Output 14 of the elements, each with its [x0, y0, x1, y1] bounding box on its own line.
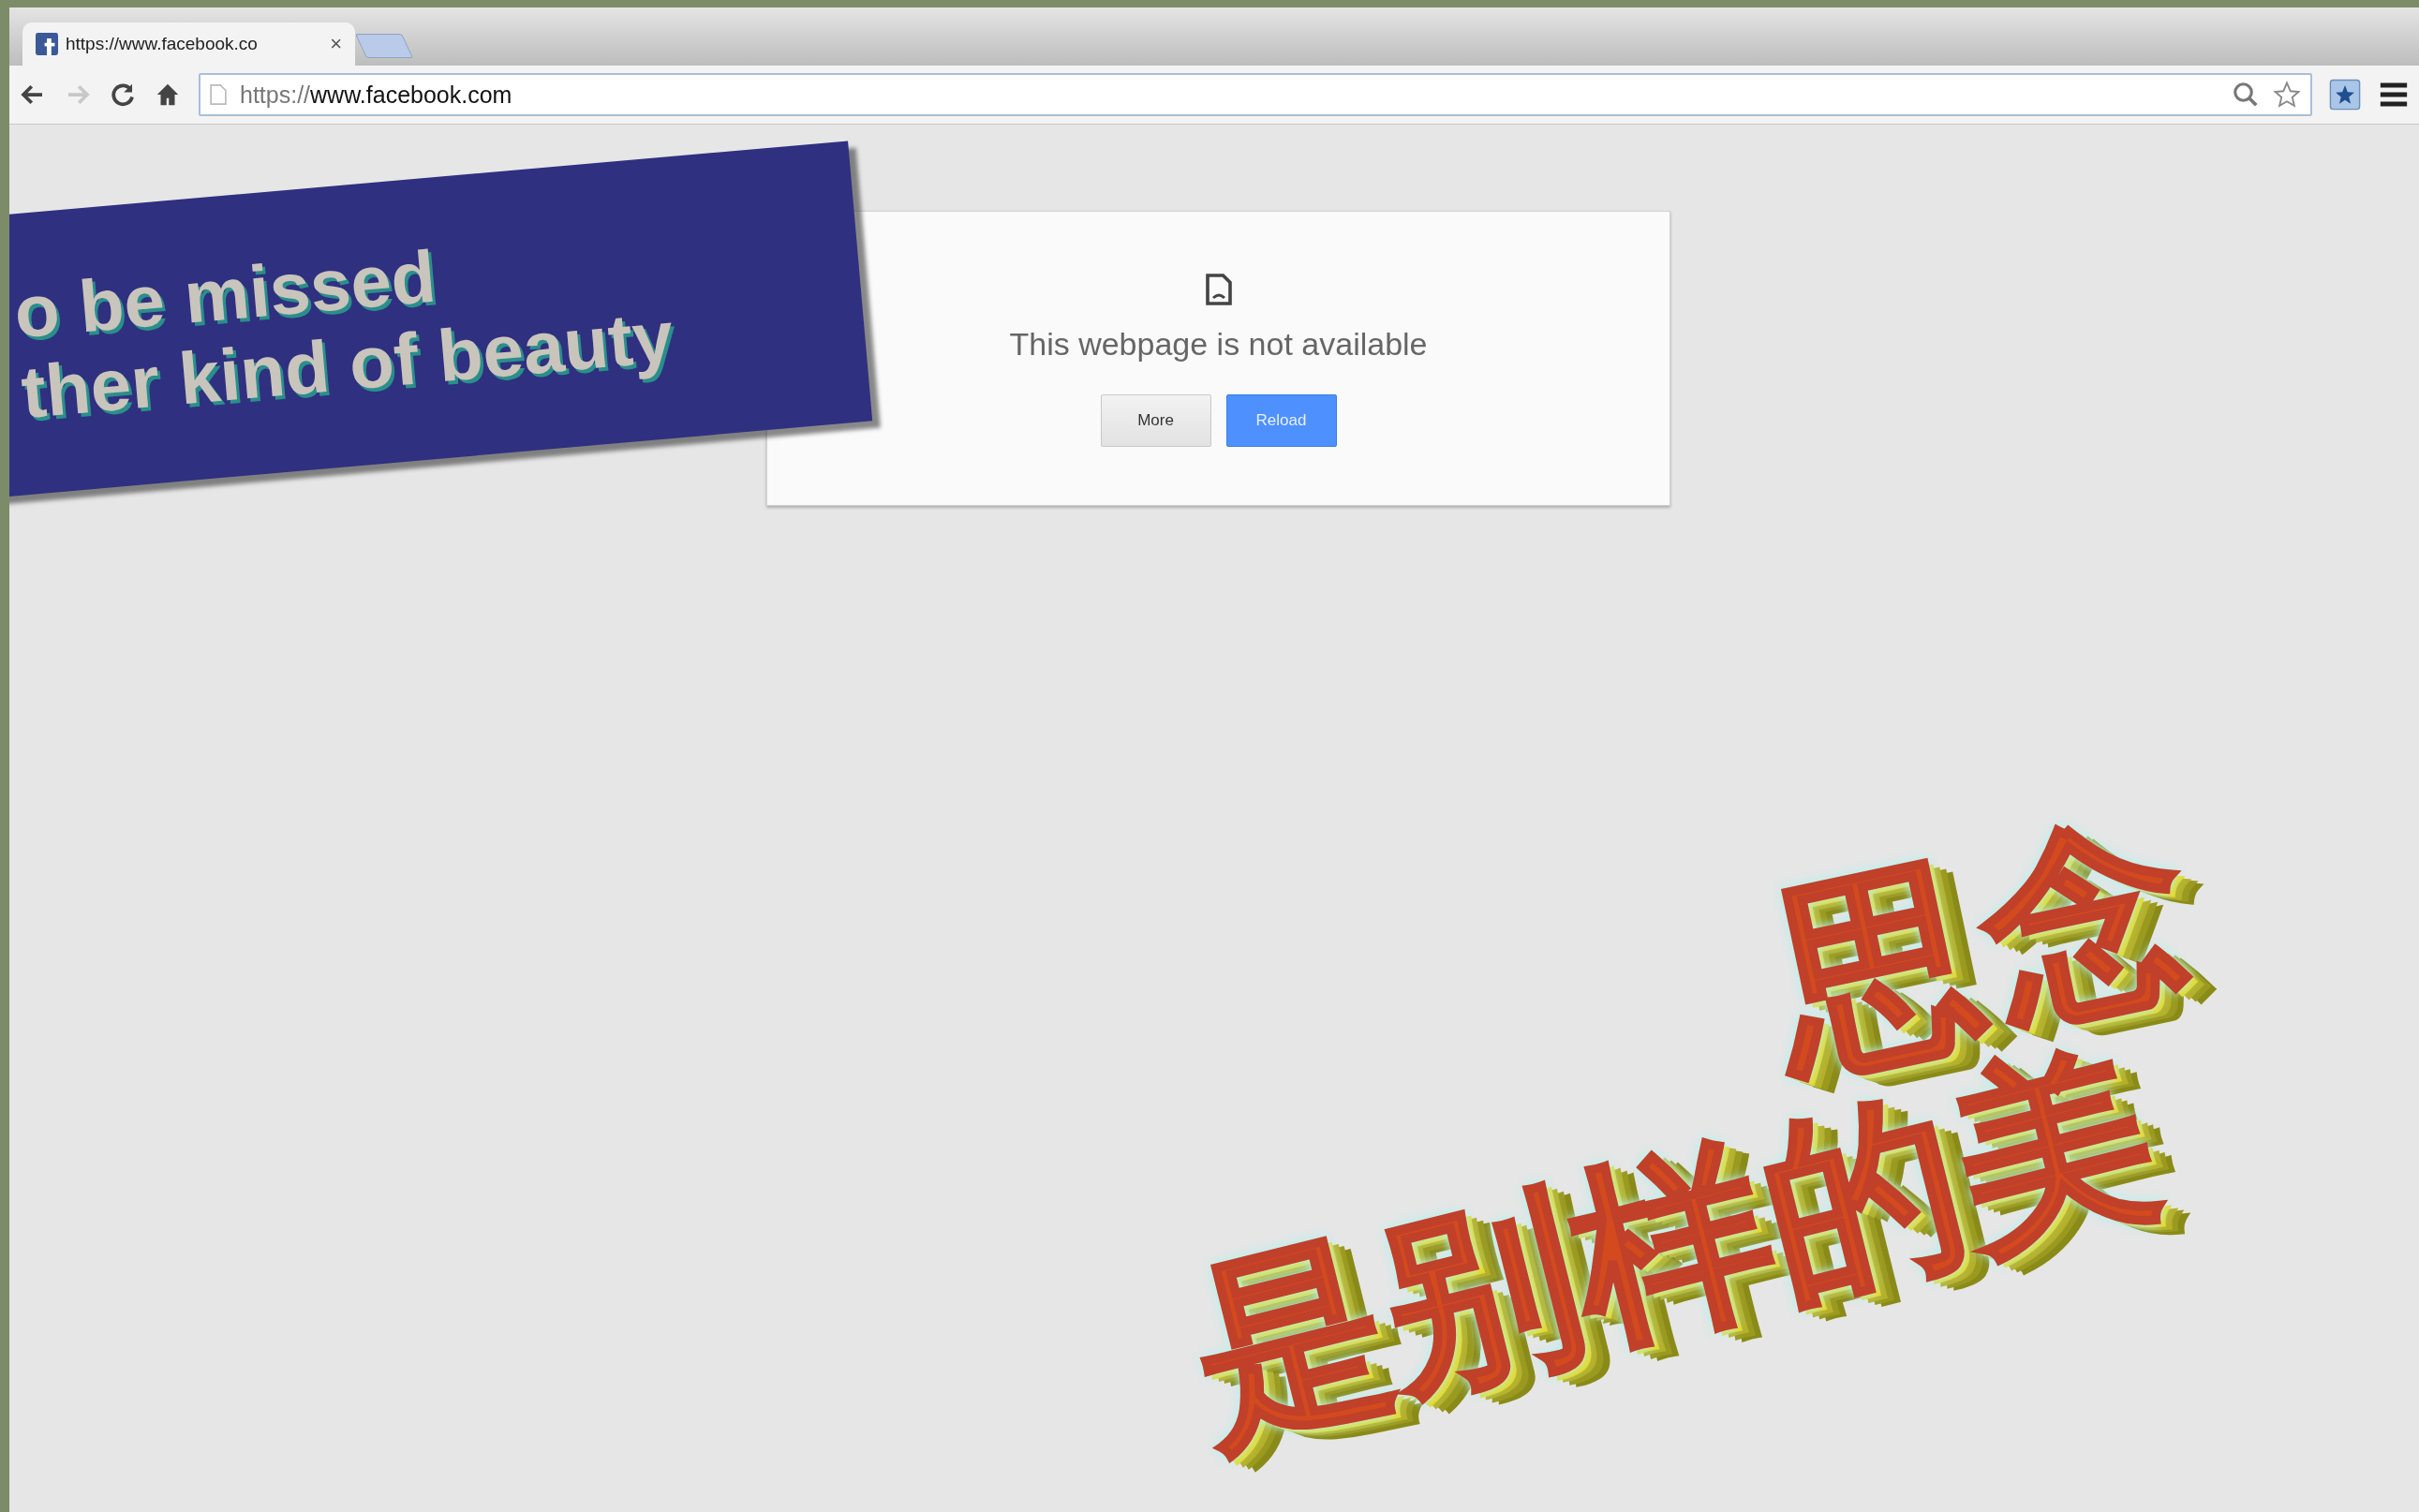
tab-title: https://www.facebook.co [66, 34, 258, 54]
more-button[interactable]: More [1100, 394, 1211, 447]
error-title: This webpage is not available [1009, 326, 1428, 363]
sad-page-icon [1204, 272, 1233, 307]
url-text: https://www.facebook.com [240, 81, 513, 109]
magnifier-icon[interactable] [2232, 81, 2260, 109]
tab-close-button[interactable]: × [330, 32, 342, 56]
browser-tab[interactable]: https://www.facebook.co × [22, 22, 355, 66]
page-icon [210, 83, 227, 106]
favicon-icon [36, 33, 58, 55]
extension-icon[interactable] [2329, 79, 2361, 111]
reload-icon[interactable] [109, 81, 137, 109]
star-icon[interactable] [2273, 81, 2301, 109]
address-bar[interactable]: https://www.facebook.com [199, 73, 2312, 116]
